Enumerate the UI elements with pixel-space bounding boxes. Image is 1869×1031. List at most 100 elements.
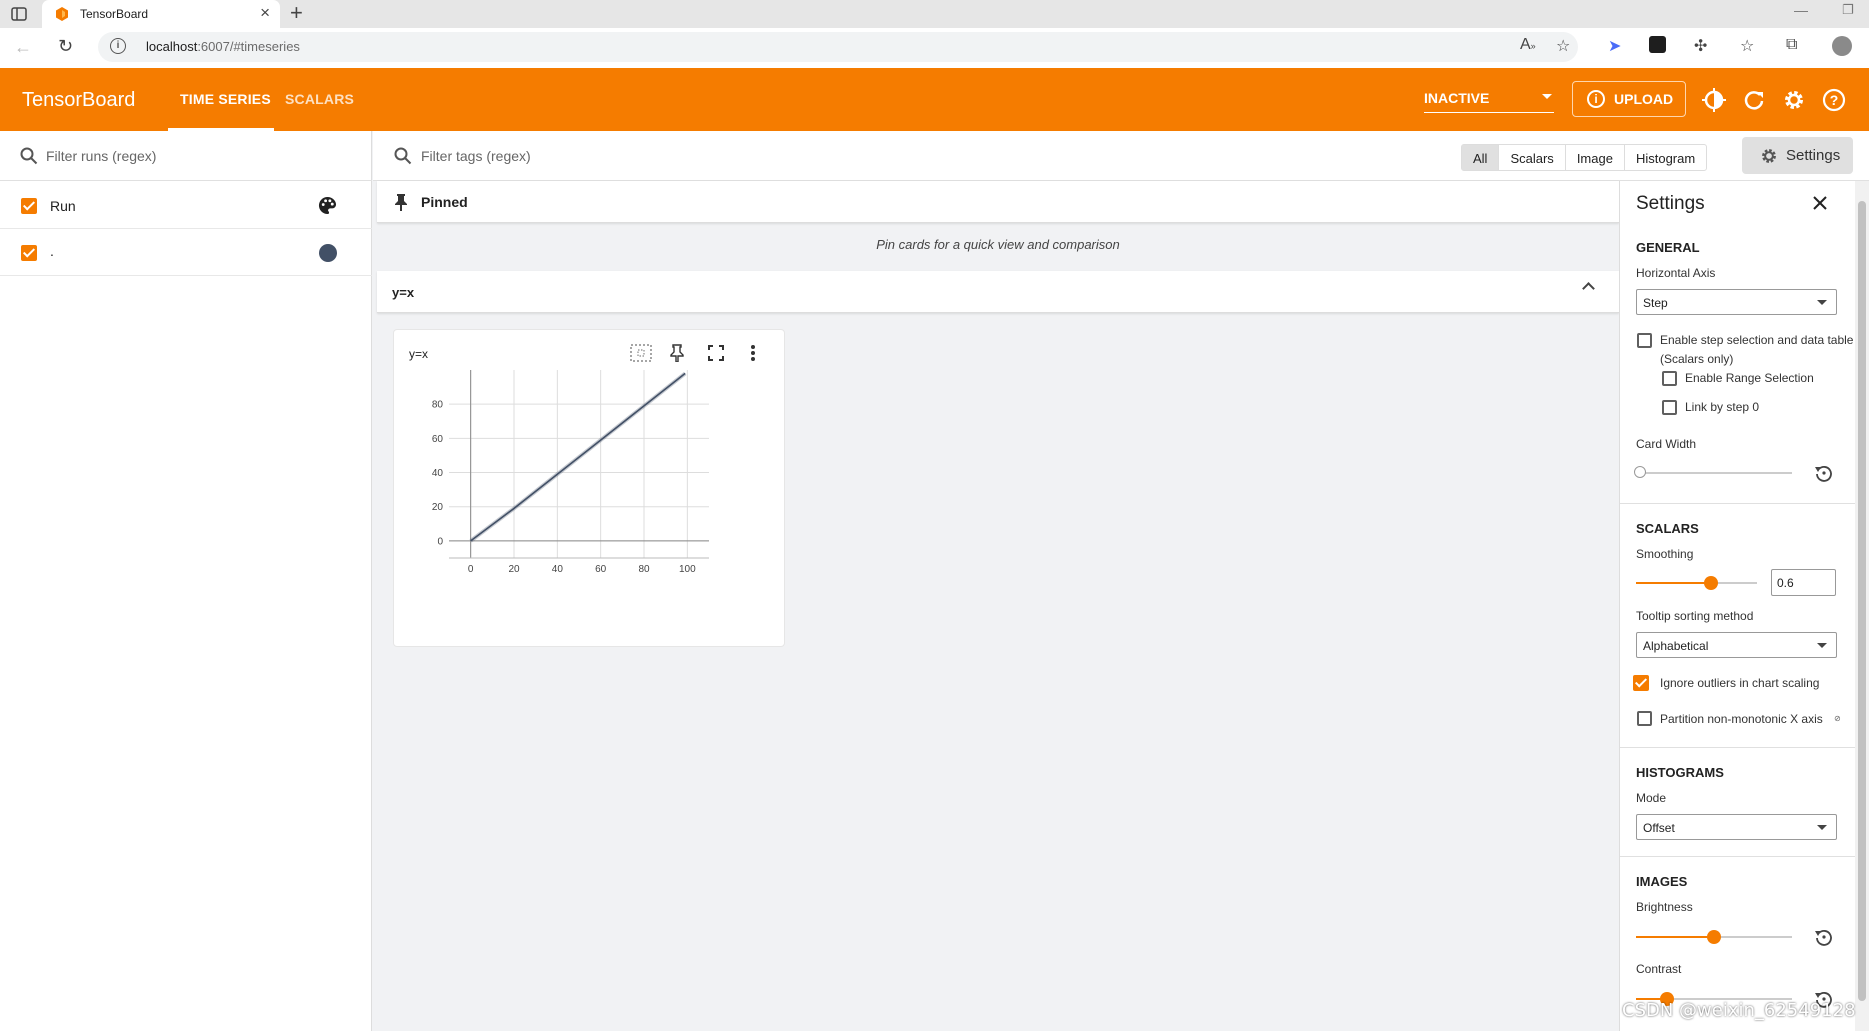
type-histogram-button[interactable]: Histogram (1625, 145, 1706, 170)
card-group-header[interactable]: y=x (377, 271, 1619, 313)
new-tab-icon[interactable]: + (290, 0, 303, 26)
plugin-type-toggle: All Scalars Image Histogram (1461, 144, 1708, 171)
tooltip-sort-select[interactable]: Alphabetical (1636, 632, 1837, 658)
help-icon[interactable]: ⊘ (1834, 714, 1841, 723)
caret-down-icon (1817, 300, 1827, 305)
x-tick-label: 60 (595, 564, 607, 575)
scrollbar-thumb[interactable] (1858, 201, 1866, 1001)
tooltip-sort-label: Tooltip sorting method (1636, 609, 1754, 623)
minimize-icon[interactable]: — (1794, 2, 1808, 18)
site-info-icon[interactable]: i (110, 38, 126, 54)
palette-icon[interactable] (318, 196, 337, 215)
reload-icon[interactable]: ↻ (58, 36, 73, 57)
theme-toggle-icon[interactable] (1701, 87, 1727, 113)
extensions-puzzle-icon[interactable]: ✣ (1694, 36, 1707, 56)
app-logo[interactable]: TensorBoard (22, 89, 135, 112)
address-bar[interactable]: i localhost:6007/#timeseries (98, 32, 1578, 62)
pinned-empty-message: Pin cards for a quick view and compariso… (876, 237, 1120, 252)
y-tick-label: 0 (437, 536, 443, 547)
brightness-slider-fill (1636, 936, 1714, 938)
y-tick-label: 80 (432, 400, 444, 411)
gear-icon (1762, 149, 1776, 163)
smoothing-value: 0.6 (1777, 576, 1794, 590)
x-tick-label: 100 (679, 564, 696, 575)
plugin-select[interactable]: INACTIVE (1424, 88, 1554, 113)
extension-badge-icon[interactable] (1649, 36, 1666, 53)
fit-domain-icon[interactable] (630, 344, 652, 362)
scalars-heading: SCALARS (1636, 521, 1699, 536)
read-aloud-icon[interactable]: A» (1520, 36, 1536, 54)
reset-card-width-icon[interactable] (1814, 463, 1834, 483)
help-icon[interactable]: ? (1821, 87, 1847, 113)
link-step-label: Link by step 0 (1685, 400, 1760, 414)
refresh-icon[interactable] (1741, 87, 1767, 113)
favorites-list-icon[interactable]: ☆ (1740, 36, 1754, 56)
scalar-line-chart[interactable]: 0 20 40 60 80 100 0 20 40 60 80 (394, 370, 784, 610)
histograms-heading: HISTOGRAMS (1636, 765, 1724, 780)
horizontal-axis-select[interactable]: Step (1636, 289, 1837, 315)
runs-filter[interactable]: Filter runs (regex) (0, 131, 372, 181)
settings-gear-icon[interactable] (1781, 87, 1807, 113)
more-vert-icon[interactable] (750, 344, 756, 362)
type-image-button[interactable]: Image (1566, 145, 1625, 170)
upload-button[interactable]: i UPLOAD (1572, 81, 1686, 117)
run-checkbox[interactable] (21, 245, 37, 261)
favorite-star-icon[interactable]: ☆ (1556, 36, 1570, 56)
brightness-slider-thumb[interactable] (1707, 930, 1721, 944)
general-heading: GENERAL (1636, 240, 1700, 255)
url-text: localhost:6007/#timeseries (146, 39, 300, 54)
tab-actions-icon[interactable] (10, 5, 28, 23)
tab-scalars[interactable]: SCALARS (285, 91, 354, 107)
type-scalars-button[interactable]: Scalars (1499, 145, 1566, 170)
partition-checkbox[interactable] (1637, 711, 1652, 726)
back-arrow-icon[interactable]: ← (14, 37, 32, 58)
card-width-slider-track[interactable] (1640, 472, 1792, 474)
type-all-button[interactable]: All (1462, 145, 1500, 170)
section-divider (1620, 503, 1855, 504)
ignore-outliers-label: Ignore outliers in chart scaling (1660, 676, 1820, 690)
collapse-chevron-icon[interactable] (1582, 282, 1595, 295)
profile-avatar[interactable] (1832, 36, 1852, 56)
close-icon[interactable] (1812, 195, 1828, 211)
card-width-slider-thumb[interactable] (1634, 466, 1646, 478)
close-tab-icon[interactable]: × (260, 3, 270, 23)
smoothing-slider-thumb[interactable] (1704, 576, 1718, 590)
ignore-outliers-checkbox[interactable] (1633, 675, 1649, 691)
run-color-swatch[interactable] (319, 244, 337, 262)
horizontal-axis-value: Step (1643, 296, 1668, 310)
tensorboard-favicon-icon (56, 7, 68, 21)
extension-arrow-icon[interactable]: ➤ (1608, 36, 1621, 56)
reset-brightness-icon[interactable] (1814, 927, 1834, 947)
settings-title: Settings (1636, 193, 1705, 214)
caret-down-icon (1542, 94, 1552, 99)
plugin-select-value: INACTIVE (1424, 90, 1490, 106)
browser-tab[interactable]: TensorBoard × (42, 0, 280, 28)
run-row[interactable]: . (0, 229, 372, 276)
settings-button-label: Settings (1786, 147, 1841, 164)
fullscreen-icon[interactable] (708, 345, 724, 361)
pin-icon (395, 194, 407, 211)
group-name: y=x (392, 285, 415, 300)
settings-scrollbar[interactable] (1855, 181, 1869, 1031)
settings-toggle-button[interactable]: Settings (1742, 137, 1853, 174)
pin-card-icon[interactable] (670, 344, 684, 362)
tag-filter-input[interactable]: Filter tags (regex) (421, 148, 531, 164)
runs-header-row: Run (0, 182, 372, 229)
y-tick-label: 40 (432, 468, 444, 479)
tab-time-series[interactable]: TIME SERIES (180, 91, 271, 107)
link-step-checkbox[interactable] (1662, 400, 1677, 415)
contrast-label: Contrast (1636, 962, 1682, 976)
smoothing-input[interactable]: 0.6 (1771, 569, 1836, 596)
collections-icon[interactable]: ⧉ (1786, 36, 1797, 54)
range-selection-checkbox[interactable] (1662, 371, 1677, 386)
select-all-runs-checkbox[interactable] (21, 198, 37, 214)
svg-text:?: ? (1830, 92, 1839, 108)
step-selection-checkbox[interactable] (1637, 333, 1652, 348)
x-tick-label: 0 (468, 564, 474, 575)
caret-down-icon (1817, 825, 1827, 830)
histogram-mode-label: Mode (1636, 791, 1667, 805)
histogram-mode-select[interactable]: Offset (1636, 814, 1837, 840)
search-icon (20, 147, 38, 165)
restore-window-icon[interactable]: ❐ (1842, 2, 1854, 18)
y-tick-label: 60 (432, 434, 444, 445)
